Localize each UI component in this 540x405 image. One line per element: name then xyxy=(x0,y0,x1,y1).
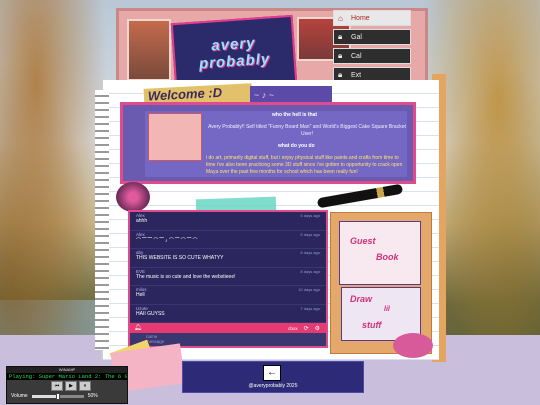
chat-box: Alex 5 days ago ahhh Alex 5 days ago ⌒ ⁀… xyxy=(128,210,328,348)
notebook-spiral xyxy=(95,90,109,350)
copyright-text: @averyprobably 2025 xyxy=(248,383,298,389)
volume-row: Volume 50% xyxy=(11,392,98,400)
chat-toolbar: 🔔︎ cbox ⟳ ⚙ xyxy=(130,323,326,333)
footer-bar: ← @averyprobably 2025 xyxy=(182,361,364,393)
nav-label: Gal xyxy=(351,33,362,41)
draw-title-line2: lil xyxy=(384,306,390,313)
guestbook-card[interactable]: Guest Book xyxy=(339,221,421,285)
chat-message-text: THIS WEBSITE IS SO CUTE WHATYY xyxy=(136,255,224,261)
chat-message-time: 7 days ago xyxy=(300,305,320,311)
chat-input-area: name message xyxy=(130,333,326,346)
chat-message-time: 8 days ago xyxy=(300,250,320,255)
chat-message: Alex 5 days ago ahhh xyxy=(130,212,326,231)
chat-brand-label[interactable]: cbox xyxy=(288,326,298,331)
player-controls: ⏮ ▶ ⏸ xyxy=(51,381,91,391)
chat-message-text: HAII GUYSS xyxy=(136,310,165,317)
logo-text-line2: probably xyxy=(198,50,271,73)
music-player: WINAMP Playing: Super Mario Land 2: The … xyxy=(6,366,128,404)
chat-message-time: 8 days ago xyxy=(300,268,320,274)
refresh-icon[interactable]: ⟳ xyxy=(304,325,309,332)
pause-button[interactable]: ⏸ xyxy=(79,381,91,391)
draw-title-line3: stuff xyxy=(362,320,382,330)
nav-label: Cal xyxy=(351,52,362,60)
now-playing-text: Playing: Super Mario Land 2: The 6 Golde… xyxy=(7,373,127,380)
house-icon: ⌂ xyxy=(338,13,343,23)
chat-message-time: 5 days ago xyxy=(300,213,320,218)
signature-decoration xyxy=(393,333,433,358)
guestbook-title-line1: Guest xyxy=(350,236,376,246)
chat-message: EVE 8 days ago The music is so cute and … xyxy=(130,268,326,286)
nav-cal-button[interactable]: 🔒︎ Cal xyxy=(333,48,411,64)
play-button[interactable]: ▶ xyxy=(65,381,77,391)
volume-knob[interactable] xyxy=(55,392,60,400)
chat-message: Alex 5 days ago ⌒ ⁀ ⁀ ⌒ ⁀ ♪ ⌒ ⁀ ⌒ ⁀ ⌒ xyxy=(130,231,326,249)
info-question-2: what do you do xyxy=(278,143,315,149)
previous-button[interactable]: ⏮ xyxy=(51,381,63,391)
lock-icon: 🔒︎ xyxy=(338,70,343,79)
sticker-image xyxy=(148,113,202,161)
chat-message-text: The music is so cute and love the websti… xyxy=(136,273,236,280)
nav-label: Home xyxy=(351,14,370,22)
back-button[interactable]: ← xyxy=(263,365,281,381)
chat-message: aby 8 days ago THIS WEBSITE IS SO CUTE W… xyxy=(130,249,326,268)
chat-message-text: ⌒ ⁀ ⁀ ⌒ ⁀ ♪ ⌒ ⁀ ⌒ ⁀ ⌒ xyxy=(136,237,198,244)
info-question-1: who the hell is that xyxy=(272,112,318,118)
chat-message-field[interactable]: message xyxy=(146,339,310,344)
info-answer-1: Avery Probably!! Self titled "Funny Boar… xyxy=(208,124,406,137)
settings-icon[interactable]: ⚙ xyxy=(315,325,320,332)
chat-message: milos 10 days ago Hell xyxy=(130,286,326,305)
draw-title-line1: Draw xyxy=(350,294,373,304)
volume-fill xyxy=(31,394,58,398)
guestbook-title-line2: Book xyxy=(376,252,399,262)
volume-label: Volume xyxy=(11,393,28,399)
bell-icon[interactable]: 🔔︎ xyxy=(134,324,142,331)
nav-home-button[interactable]: ⌂ Home xyxy=(333,10,411,26)
nav-menu: ⌂ Home 🔒︎ Gal 🔒︎ Cal 🔒︎ Ext xyxy=(333,10,411,83)
chat-message-time: 10 days ago xyxy=(298,287,320,292)
lock-icon: 🔒︎ xyxy=(338,51,343,60)
nav-label: Ext xyxy=(351,71,362,79)
chat-message-text: Hell xyxy=(136,292,145,298)
volume-slider[interactable] xyxy=(31,392,84,400)
nav-gal-button[interactable]: 🔒︎ Gal xyxy=(333,29,411,45)
chat-message: Uzute 7 days ago HAII GUYSS xyxy=(130,305,326,323)
chat-message-text: ahhh xyxy=(136,218,148,224)
chat-message-time: 5 days ago xyxy=(300,231,320,237)
flower-sticker xyxy=(116,182,150,212)
header-photo-left xyxy=(127,19,171,81)
lock-icon: 🔒︎ xyxy=(338,32,343,41)
info-answer-2: i do art, primarily digital stuff, but i… xyxy=(206,155,403,175)
volume-percent: 50% xyxy=(87,393,98,399)
